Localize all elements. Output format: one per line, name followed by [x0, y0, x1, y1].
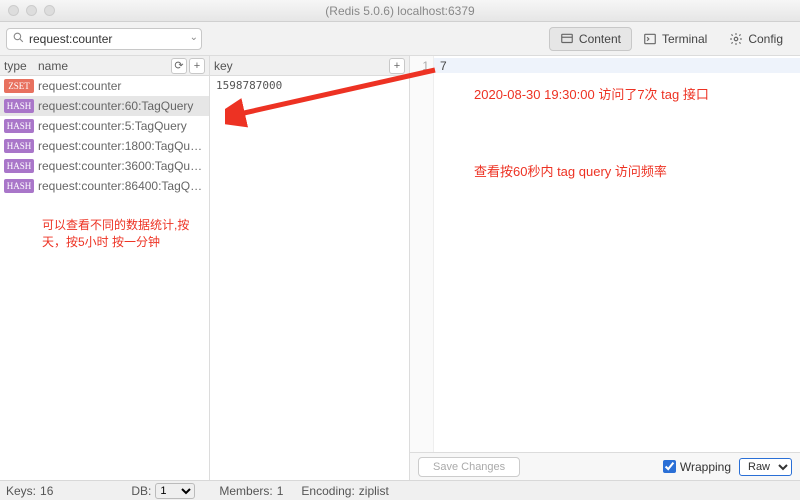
- minimize-dot[interactable]: [26, 5, 37, 16]
- window-titlebar: (Redis 5.0.6) localhost:6379: [0, 0, 800, 22]
- value-editor-pane: 1 7 2020-08-30 19:30:00 访问了7次 tag 接口 查看按…: [410, 56, 800, 480]
- key-row[interactable]: HASH request:counter:5:TagQuery: [0, 116, 209, 136]
- annotation-right-1: 2020-08-30 19:30:00 访问了7次 tag 接口: [474, 84, 709, 103]
- refresh-icon[interactable]: ⟳: [171, 58, 187, 74]
- window-title: (Redis 5.0.6) localhost:6379: [325, 4, 474, 18]
- toolbar: ⌄ Content Terminal Config: [0, 22, 800, 56]
- key-name: request:counter:5:TagQuery: [38, 119, 205, 133]
- editor-body[interactable]: 7 2020-08-30 19:30:00 访问了7次 tag 接口 查看按60…: [434, 56, 800, 452]
- db-select[interactable]: 1: [155, 483, 195, 499]
- zoom-dot[interactable]: [44, 5, 55, 16]
- search-icon: [12, 31, 25, 44]
- key-name: request:counter:86400:TagQ…: [38, 179, 205, 193]
- wrapping-checkbox[interactable]: Wrapping: [663, 460, 731, 474]
- type-badge: HASH: [4, 159, 34, 173]
- type-badge: ZSET: [4, 79, 34, 93]
- field-row[interactable]: 1598787000: [210, 76, 409, 94]
- content-icon: [560, 32, 574, 46]
- key-name: request:counter:60:TagQuery: [38, 99, 205, 113]
- type-badge: HASH: [4, 99, 34, 113]
- add-field-icon[interactable]: +: [389, 58, 405, 74]
- key-row[interactable]: HASH request:counter:3600:TagQu…: [0, 156, 209, 176]
- key-name: request:counter:1800:TagQue…: [38, 139, 205, 153]
- status-bar: Keys: 16 DB: 1 Members: 1 Encoding: zipl…: [0, 480, 800, 500]
- terminal-icon: [643, 32, 657, 46]
- traffic-lights: [8, 5, 55, 16]
- annotation-left: 可以查看不同的数据统计,按天，按5小时 按一分钟: [0, 196, 209, 260]
- search-input[interactable]: [6, 28, 202, 50]
- type-badge: HASH: [4, 119, 34, 133]
- line-gutter: 1: [410, 56, 434, 452]
- key-name: request:counter:3600:TagQu…: [38, 159, 205, 173]
- key-row[interactable]: ZSET request:counter: [0, 76, 209, 96]
- annotation-right-2: 查看按60秒内 tag query 访问频率: [474, 161, 667, 180]
- tab-content[interactable]: Content: [549, 27, 632, 51]
- key-row[interactable]: HASH request:counter:60:TagQuery: [0, 96, 209, 116]
- key-name: request:counter: [38, 79, 205, 93]
- type-badge: HASH: [4, 139, 34, 153]
- hash-field-pane: key + 1598787000: [210, 56, 410, 480]
- key-row[interactable]: HASH request:counter:1800:TagQue…: [0, 136, 209, 156]
- col-type[interactable]: type: [4, 59, 38, 73]
- tab-terminal[interactable]: Terminal: [632, 27, 718, 51]
- type-badge: HASH: [4, 179, 34, 193]
- close-dot[interactable]: [8, 5, 19, 16]
- col-key[interactable]: key: [214, 59, 387, 73]
- key-list-pane: type name ⟳ + ZSET request:counter HASH req…: [0, 56, 210, 480]
- add-key-icon[interactable]: +: [189, 58, 205, 74]
- tab-config[interactable]: Config: [718, 27, 794, 51]
- chevron-down-icon[interactable]: ⌄: [190, 32, 198, 43]
- gear-icon: [729, 32, 743, 46]
- format-select[interactable]: Raw: [739, 458, 792, 476]
- save-button[interactable]: Save Changes: [418, 457, 520, 477]
- key-row[interactable]: HASH request:counter:86400:TagQ…: [0, 176, 209, 196]
- col-name[interactable]: name: [38, 59, 169, 73]
